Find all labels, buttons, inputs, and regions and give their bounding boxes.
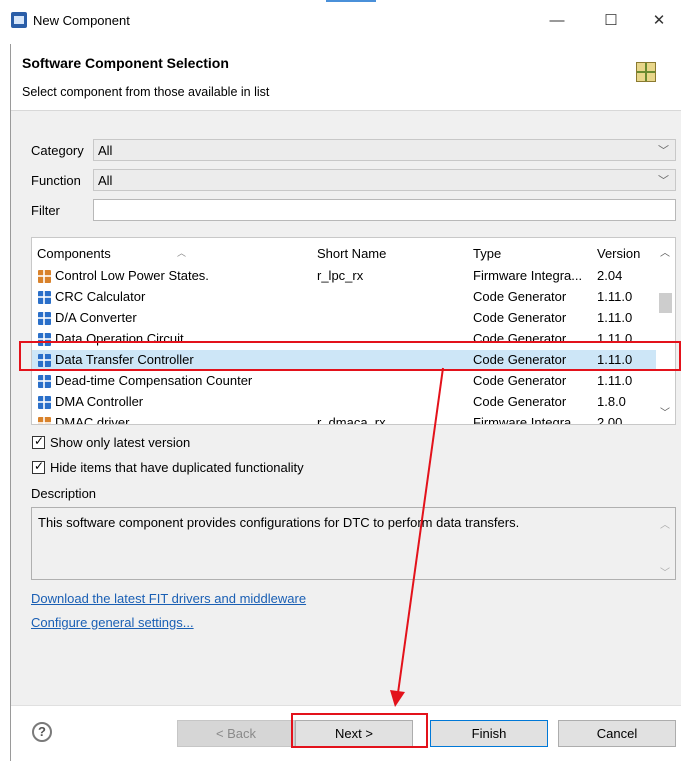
annotation-arrow [390, 367, 444, 707]
